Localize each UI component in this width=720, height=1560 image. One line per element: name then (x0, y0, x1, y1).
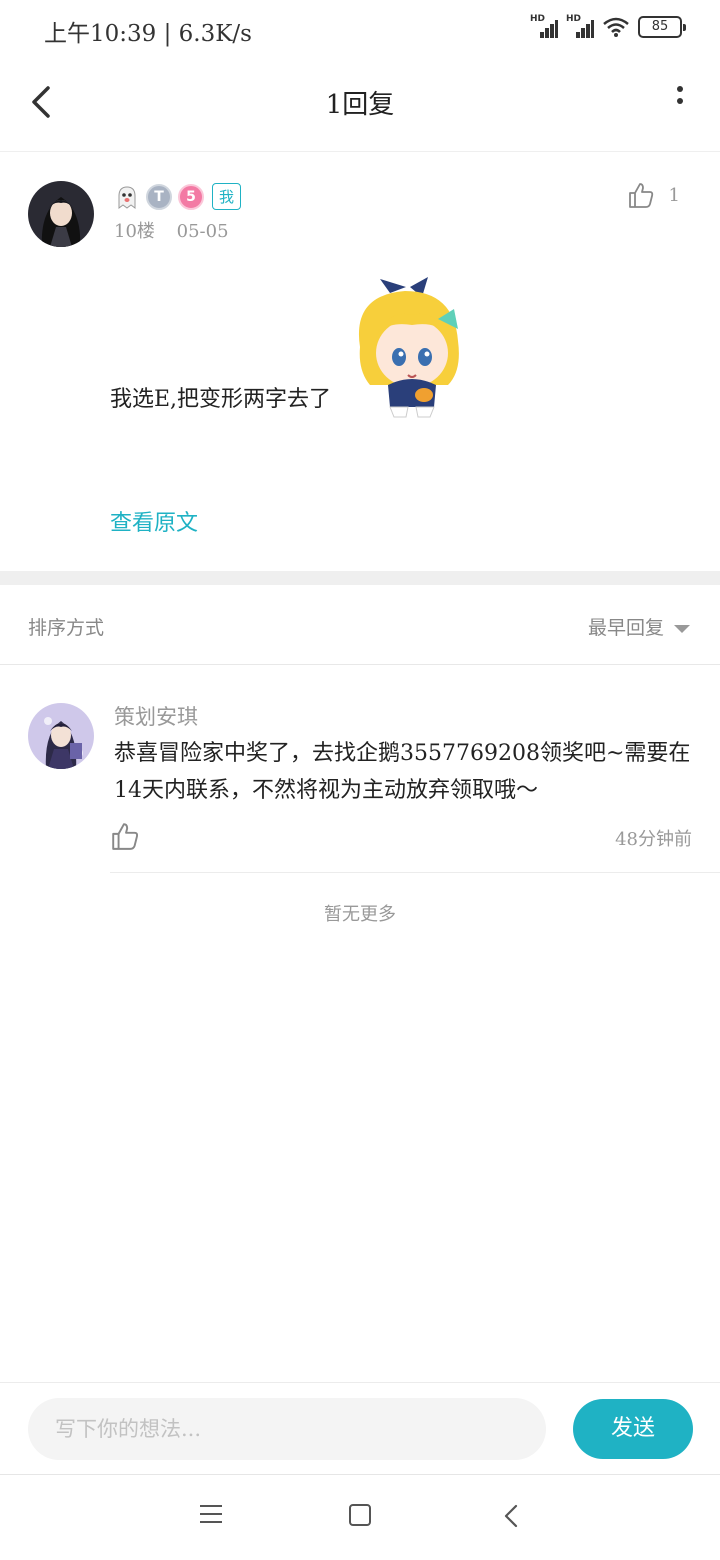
divider (110, 872, 720, 873)
sticker-image (358, 277, 459, 418)
post-like-button[interactable]: 1 (627, 181, 680, 209)
comment-composer: 发送 (0, 1382, 720, 1474)
signal-icon: HD (566, 14, 594, 38)
me-badge: 我 (212, 183, 242, 210)
status-icons: HD HD 85 (530, 14, 686, 38)
avatar[interactable] (28, 181, 94, 247)
thumbs-up-icon[interactable] (110, 821, 140, 851)
more-options-icon[interactable] (674, 86, 686, 116)
view-original-link[interactable]: 查看原文 (110, 505, 198, 537)
reply-author[interactable]: 策划安琪 (114, 701, 198, 731)
home-icon[interactable] (349, 1504, 371, 1526)
send-button[interactable]: 发送 (573, 1399, 693, 1459)
status-time-speed: 上午10:39 | 6.3K/s (44, 21, 252, 47)
floor-number: 10楼 (114, 221, 155, 242)
reply-item: 策划安琪 恭喜冒险家中奖了，去找企鹅3557769208领奖吧~需要在14天内联… (0, 665, 720, 873)
reply-text: 恭喜冒险家中奖了，去找企鹅3557769208领奖吧~需要在14天内联系，不然将… (114, 741, 691, 803)
no-more-text: 暂无更多 (324, 904, 396, 925)
sort-bar: 排序方式 最早回复 (0, 585, 720, 665)
post-meta: 10楼 05-05 (114, 217, 245, 243)
wifi-icon (603, 17, 629, 37)
status-bar: 上午10:39 | 6.3K/s HD HD 85 (0, 0, 720, 56)
battery-icon: 85 (638, 16, 686, 38)
user-badges: T 5 我 (114, 183, 242, 210)
avatar[interactable] (28, 703, 94, 769)
post-text: 我选E,把变形两字去了 (110, 387, 332, 412)
sort-dropdown[interactable]: 最早回复 (588, 613, 690, 640)
sort-label: 排序方式 (28, 617, 105, 639)
level-badge-icon: 5 (178, 183, 204, 210)
section-divider (0, 571, 720, 585)
comment-input[interactable] (28, 1398, 546, 1460)
original-post: T 5 我 10楼 05-05 1 我选E,把变形两字去了 查看原文 (0, 153, 720, 571)
page-title: 1回复 (325, 90, 395, 120)
ghost-badge-icon (118, 185, 136, 209)
t-badge-icon: T (146, 183, 172, 210)
thumbs-up-icon (628, 183, 653, 208)
system-nav-bar (0, 1474, 720, 1560)
reply-time: 48分钟前 (615, 829, 692, 850)
signal-icon: HD (530, 14, 558, 38)
post-date: 05-05 (176, 221, 229, 242)
like-count: 1 (668, 184, 680, 206)
top-app-bar: 1回复 (0, 56, 720, 152)
back-icon[interactable] (500, 1502, 522, 1530)
caret-down-icon (674, 624, 690, 633)
sort-selected-value: 最早回复 (587, 617, 664, 639)
recent-apps-icon[interactable] (200, 1505, 222, 1527)
